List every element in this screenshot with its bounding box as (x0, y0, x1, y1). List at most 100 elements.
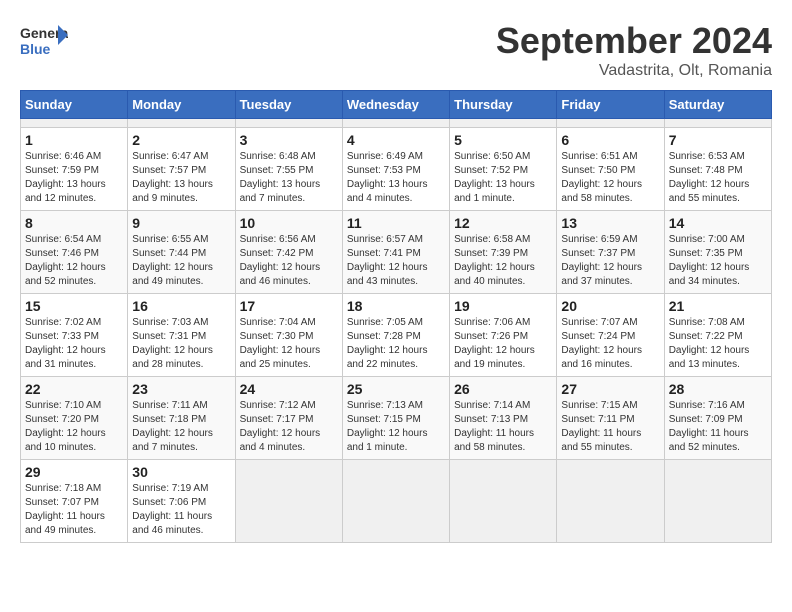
calendar-cell (128, 119, 235, 128)
calendar-cell: 10 Sunrise: 6:56 AMSunset: 7:42 PMDayligh… (235, 211, 342, 294)
calendar-cell (450, 460, 557, 543)
calendar-cell (235, 119, 342, 128)
calendar-cell: 5Sunrise: 6:50 AMSunset: 7:52 PMDaylight… (450, 128, 557, 211)
calendar-cell (342, 119, 449, 128)
calendar-cell: 3 Sunrise: 6:48 AMSunset: 7:55 PMDaylight… (235, 128, 342, 211)
title-block: September 2024 Vadastrita, Olt, Romania (496, 20, 772, 80)
day-info: Sunrise: 7:16 AMSunset: 7:09 PMDaylight:… (669, 399, 767, 455)
day-info: Sunrise: 7:00 AMSunset: 7:35 PMDaylight:… (669, 233, 767, 289)
day-of-week-header: Monday (128, 91, 235, 119)
day-info: Sunrise: 7:06 AMSunset: 7:26 PMDaylight:… (454, 316, 552, 372)
location-subtitle: Vadastrita, Olt, Romania (496, 62, 772, 80)
day-info: Sunrise: 7:04 AMSunset: 7:30 PMDaylight:… (240, 316, 338, 372)
day-info: Sunrise: 7:13 AMSunset: 7:15 PMDaylight:… (347, 399, 445, 455)
calendar-cell: 6Sunrise: 6:51 AMSunset: 7:50 PMDaylight… (557, 128, 664, 211)
day-of-week-header: Saturday (664, 91, 771, 119)
day-number: 5 (454, 132, 552, 148)
calendar-cell: 30Sunrise: 7:19 AMSunset: 7:06 PMDayligh… (128, 460, 235, 543)
day-number: 2 (132, 132, 230, 148)
day-number: 26 (454, 381, 552, 397)
day-number: 9 (132, 215, 230, 231)
calendar-cell: 17Sunrise: 7:04 AMSunset: 7:30 PMDayligh… (235, 294, 342, 377)
calendar-cell: 9 Sunrise: 6:55 AMSunset: 7:44 PMDaylight… (128, 211, 235, 294)
calendar-week-row (21, 119, 772, 128)
calendar-cell (235, 460, 342, 543)
day-number: 20 (561, 298, 659, 314)
calendar-cell: 1Sunrise: 6:46 AMSunset: 7:59 PMDaylight… (21, 128, 128, 211)
day-of-week-header: Tuesday (235, 91, 342, 119)
day-info: Sunrise: 7:11 AMSunset: 7:18 PMDaylight:… (132, 399, 230, 455)
calendar-cell: 23 Sunrise: 7:11 AMSunset: 7:18 PMDayligh… (128, 377, 235, 460)
calendar-cell (557, 119, 664, 128)
day-number: 4 (347, 132, 445, 148)
calendar-week-row: 29 Sunrise: 7:18 AMSunset: 7:07 PMDayligh… (21, 460, 772, 543)
day-info: Sunrise: 7:12 AMSunset: 7:17 PMDaylight:… (240, 399, 338, 455)
day-number: 23 (132, 381, 230, 397)
day-number: 6 (561, 132, 659, 148)
month-title: September 2024 (496, 20, 772, 62)
calendar-cell: 21 Sunrise: 7:08 AMSunset: 7:22 PMDayligh… (664, 294, 771, 377)
day-info: Sunrise: 7:19 AMSunset: 7:06 PMDaylight:… (132, 482, 230, 538)
calendar-cell: 24 Sunrise: 7:12 AMSunset: 7:17 PMDayligh… (235, 377, 342, 460)
calendar-header-row: SundayMondayTuesdayWednesdayThursdayFrid… (21, 91, 772, 119)
logo-icon: General Blue (20, 20, 68, 60)
day-info: Sunrise: 6:46 AMSunset: 7:59 PMDaylight:… (25, 150, 123, 206)
day-number: 22 (25, 381, 123, 397)
calendar-cell: 13Sunrise: 6:59 AMSunset: 7:37 PMDayligh… (557, 211, 664, 294)
day-number: 21 (669, 298, 767, 314)
day-of-week-header: Thursday (450, 91, 557, 119)
day-info: Sunrise: 6:55 AMSunset: 7:44 PMDaylight:… (132, 233, 230, 289)
day-number: 12 (454, 215, 552, 231)
calendar-cell (557, 460, 664, 543)
day-number: 24 (240, 381, 338, 397)
calendar-cell (664, 119, 771, 128)
day-info: Sunrise: 7:02 AMSunset: 7:33 PMDaylight:… (25, 316, 123, 372)
day-of-week-header: Wednesday (342, 91, 449, 119)
day-info: Sunrise: 7:07 AMSunset: 7:24 PMDaylight:… (561, 316, 659, 372)
day-info: Sunrise: 6:47 AMSunset: 7:57 PMDaylight:… (132, 150, 230, 206)
calendar-cell (450, 119, 557, 128)
calendar-cell: 11 Sunrise: 6:57 AMSunset: 7:41 PMDayligh… (342, 211, 449, 294)
page-header: General Blue September 2024 Vadastrita, … (20, 20, 772, 80)
day-number: 27 (561, 381, 659, 397)
calendar-week-row: 8 Sunrise: 6:54 AMSunset: 7:46 PMDaylight… (21, 211, 772, 294)
day-number: 14 (669, 215, 767, 231)
day-info: Sunrise: 7:03 AMSunset: 7:31 PMDaylight:… (132, 316, 230, 372)
day-number: 7 (669, 132, 767, 148)
calendar-table: SundayMondayTuesdayWednesdayThursdayFrid… (20, 90, 772, 543)
day-info: Sunrise: 6:57 AMSunset: 7:41 PMDaylight:… (347, 233, 445, 289)
day-number: 15 (25, 298, 123, 314)
calendar-cell: 15 Sunrise: 7:02 AMSunset: 7:33 PMDayligh… (21, 294, 128, 377)
calendar-week-row: 1Sunrise: 6:46 AMSunset: 7:59 PMDaylight… (21, 128, 772, 211)
calendar-cell: 8 Sunrise: 6:54 AMSunset: 7:46 PMDaylight… (21, 211, 128, 294)
day-number: 11 (347, 215, 445, 231)
calendar-cell: 22 Sunrise: 7:10 AMSunset: 7:20 PMDayligh… (21, 377, 128, 460)
calendar-cell: 4 Sunrise: 6:49 AMSunset: 7:53 PMDaylight… (342, 128, 449, 211)
calendar-cell: 27 Sunrise: 7:15 AMSunset: 7:11 PMDayligh… (557, 377, 664, 460)
calendar-cell: 20 Sunrise: 7:07 AMSunset: 7:24 PMDayligh… (557, 294, 664, 377)
day-info: Sunrise: 7:08 AMSunset: 7:22 PMDaylight:… (669, 316, 767, 372)
day-number: 29 (25, 464, 123, 480)
day-info: Sunrise: 7:18 AMSunset: 7:07 PMDaylight:… (25, 482, 123, 538)
day-info: Sunrise: 7:15 AMSunset: 7:11 PMDaylight:… (561, 399, 659, 455)
day-info: Sunrise: 6:56 AMSunset: 7:42 PMDaylight:… (240, 233, 338, 289)
calendar-cell: 16 Sunrise: 7:03 AMSunset: 7:31 PMDayligh… (128, 294, 235, 377)
day-number: 8 (25, 215, 123, 231)
day-number: 19 (454, 298, 552, 314)
day-info: Sunrise: 7:05 AMSunset: 7:28 PMDaylight:… (347, 316, 445, 372)
calendar-cell (664, 460, 771, 543)
calendar-cell: 2 Sunrise: 6:47 AMSunset: 7:57 PMDaylight… (128, 128, 235, 211)
day-info: Sunrise: 7:14 AMSunset: 7:13 PMDaylight:… (454, 399, 552, 455)
day-info: Sunrise: 6:54 AMSunset: 7:46 PMDaylight:… (25, 233, 123, 289)
calendar-week-row: 22 Sunrise: 7:10 AMSunset: 7:20 PMDayligh… (21, 377, 772, 460)
calendar-cell (21, 119, 128, 128)
day-info: Sunrise: 7:10 AMSunset: 7:20 PMDaylight:… (25, 399, 123, 455)
calendar-week-row: 15 Sunrise: 7:02 AMSunset: 7:33 PMDayligh… (21, 294, 772, 377)
calendar-cell: 26 Sunrise: 7:14 AMSunset: 7:13 PMDayligh… (450, 377, 557, 460)
calendar-cell: 14 Sunrise: 7:00 AMSunset: 7:35 PMDayligh… (664, 211, 771, 294)
day-number: 3 (240, 132, 338, 148)
day-number: 16 (132, 298, 230, 314)
day-info: Sunrise: 6:49 AMSunset: 7:53 PMDaylight:… (347, 150, 445, 206)
day-info: Sunrise: 6:48 AMSunset: 7:55 PMDaylight:… (240, 150, 338, 206)
day-number: 10 (240, 215, 338, 231)
